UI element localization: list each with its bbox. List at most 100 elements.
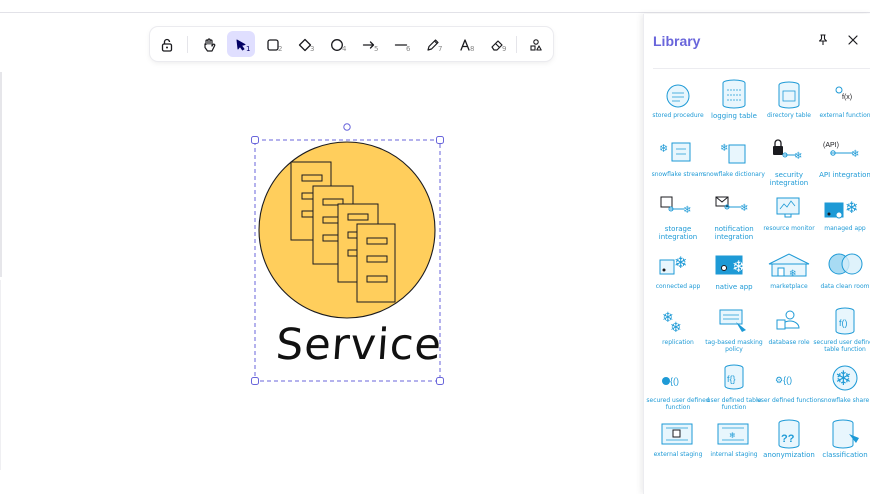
shortcut-key: 5 — [374, 45, 379, 53]
svg-text:❄: ❄ — [835, 368, 852, 390]
svg-text:❄: ❄ — [740, 203, 748, 214]
text-tool[interactable]: 8 — [451, 31, 479, 57]
library-item-caption: snowflake share — [820, 397, 870, 404]
library-item-snowflake-stream[interactable]: ❄ snowflake stream — [652, 137, 704, 189]
resize-handle-nw[interactable] — [251, 136, 259, 144]
svg-text:??: ?? — [781, 433, 795, 445]
library-item-caption: anonymization — [763, 451, 815, 459]
svg-text:{(): {() — [670, 376, 679, 386]
library-item-database-role[interactable]: database role — [763, 306, 815, 358]
library-item-caption: directory table — [767, 112, 811, 119]
library-item-icon: ❄ — [659, 255, 687, 275]
arrow-tool[interactable]: 5 — [355, 31, 383, 57]
library-item-tag-based-masking-policy[interactable]: tag-based masking policy — [705, 306, 763, 358]
shortcut-key: 3 — [310, 45, 315, 53]
resize-handle-sw[interactable] — [251, 377, 259, 385]
library-item-icon: f() — [835, 307, 855, 335]
library-item-icon: (API) ❄ — [823, 142, 859, 160]
library-item-snowflake-share[interactable]: ❄ snowflake share — [819, 363, 870, 415]
library-item-icon: ❄ — [768, 253, 810, 278]
selection-tool[interactable]: 1 — [227, 31, 255, 57]
rotation-handle[interactable] — [343, 123, 351, 131]
library-item-icon: ❄ — [720, 143, 746, 164]
shapes-toolbar: 1 2 3 4 5 6 7 8 9 — [150, 27, 553, 61]
library-item-caption: secured user defined table function — [813, 339, 870, 353]
service-label[interactable]: Service — [274, 320, 443, 370]
svg-text:❄: ❄ — [659, 143, 668, 155]
library-item-icon: f(x) — [835, 86, 852, 101]
close-icon[interactable] — [846, 33, 860, 47]
library-item-classification[interactable]: classification — [819, 418, 870, 470]
library-item-secured-user-defined-function[interactable]: {() secured user defined function — [646, 363, 709, 415]
library-item-icon: ❄ — [832, 365, 858, 391]
resize-handle-se[interactable] — [436, 377, 444, 385]
library-item-caption: stored procedure — [652, 112, 704, 119]
library-item-API-integration[interactable]: (API) ❄ API integration — [819, 137, 870, 189]
library-item-replication[interactable]: ❄ ❄ replication — [652, 306, 704, 358]
library-item-internal-staging[interactable]: ❄ internal staging — [708, 418, 760, 470]
library-item-icon: ❄ — [717, 423, 749, 445]
toolbar-separator — [516, 36, 517, 53]
toolbar-separator — [187, 36, 188, 53]
library-item-caption: managed app — [824, 225, 866, 232]
left-sidebar-edge — [0, 72, 2, 277]
library-item-external-function[interactable]: f(x) external function — [819, 78, 870, 130]
library-item-logging-table[interactable]: logging table — [708, 78, 760, 130]
library-item-directory-table[interactable]: directory table — [763, 78, 815, 130]
svg-text:❄: ❄ — [789, 268, 797, 278]
library-item-snowflake-dictionary[interactable]: ❄ snowflake dictionary — [703, 137, 765, 189]
library-item-icon: ❄ — [773, 139, 802, 162]
svg-text:f{}: f{} — [727, 374, 736, 384]
library-item-icon: ?? — [778, 419, 800, 449]
library-item-external-staging[interactable]: external staging — [652, 418, 704, 470]
shortcut-key: 2 — [278, 45, 283, 53]
library-item-icon — [776, 197, 800, 218]
library-item-user-defined-table-function[interactable]: f{} user defined table function — [707, 363, 761, 415]
library-item-connected-app[interactable]: ❄ connected app — [652, 250, 704, 302]
draw-tool[interactable]: 7 — [419, 31, 447, 57]
library-item-icon: ❄ — [659, 142, 691, 162]
library-item-secured-user-defined-table-function[interactable]: f() secured user defined table function — [813, 306, 870, 358]
library-item-caption: snowflake stream — [651, 171, 705, 178]
library-item-icon: ❄ — [715, 255, 745, 276]
shortcut-key: 8 — [470, 45, 475, 53]
shapes-icon — [530, 39, 542, 51]
lock-tool[interactable] — [153, 31, 181, 57]
library-item-user-defined-function[interactable]: ⚙{() user defined function — [757, 363, 821, 415]
panel-divider — [653, 68, 870, 69]
ellipse-tool[interactable]: 4 — [323, 31, 351, 57]
library-item-resource-monitor[interactable]: resource monitor — [763, 193, 815, 245]
library-item-caption: classification — [822, 451, 868, 459]
svg-text:❄: ❄ — [720, 143, 728, 154]
library-item-icon — [719, 309, 746, 332]
hand-icon — [204, 38, 216, 52]
library-item-anonymization[interactable]: ?? anonymization — [763, 418, 815, 470]
library-item-data-clean-room[interactable]: data clean room — [819, 250, 870, 302]
library-item-managed-app[interactable]: ❄ managed app — [819, 193, 870, 245]
eraser-tool[interactable]: 9 — [483, 31, 511, 57]
library-item-marketplace[interactable]: ❄ marketplace — [763, 250, 815, 302]
library-title: Library — [653, 33, 701, 49]
top-border — [0, 12, 870, 13]
library-item-caption: marketplace — [770, 283, 808, 290]
library-item-notification-integration[interactable]: ❄ notification integration — [708, 193, 760, 245]
diamond-tool[interactable]: 3 — [291, 31, 319, 57]
more-shapes-tool[interactable] — [522, 31, 550, 57]
library-item-stored-procedure[interactable]: stored procedure — [652, 78, 704, 130]
hand-tool[interactable] — [195, 31, 223, 57]
library-item-icon — [776, 310, 800, 330]
library-item-icon — [722, 79, 746, 109]
library-item-native-app[interactable]: ❄ native app — [708, 250, 760, 302]
rectangle-tool[interactable]: 2 — [259, 31, 287, 57]
library-item-icon: ❄ — [715, 196, 748, 214]
resize-handle-ne[interactable] — [436, 136, 444, 144]
library-item-icon — [832, 419, 859, 449]
library-item-storage-integration[interactable]: ❄ storage integration — [652, 193, 704, 245]
line-tool[interactable]: 6 — [387, 31, 415, 57]
library-item-security-integration[interactable]: ❄ security integration — [763, 137, 815, 189]
shortcut-key: 1 — [246, 45, 251, 53]
pin-icon[interactable] — [816, 33, 830, 47]
library-item-icon: ❄ — [660, 196, 691, 216]
left-sidebar-edge-lower — [0, 280, 1, 470]
library-item-caption: data clean room — [820, 283, 870, 290]
